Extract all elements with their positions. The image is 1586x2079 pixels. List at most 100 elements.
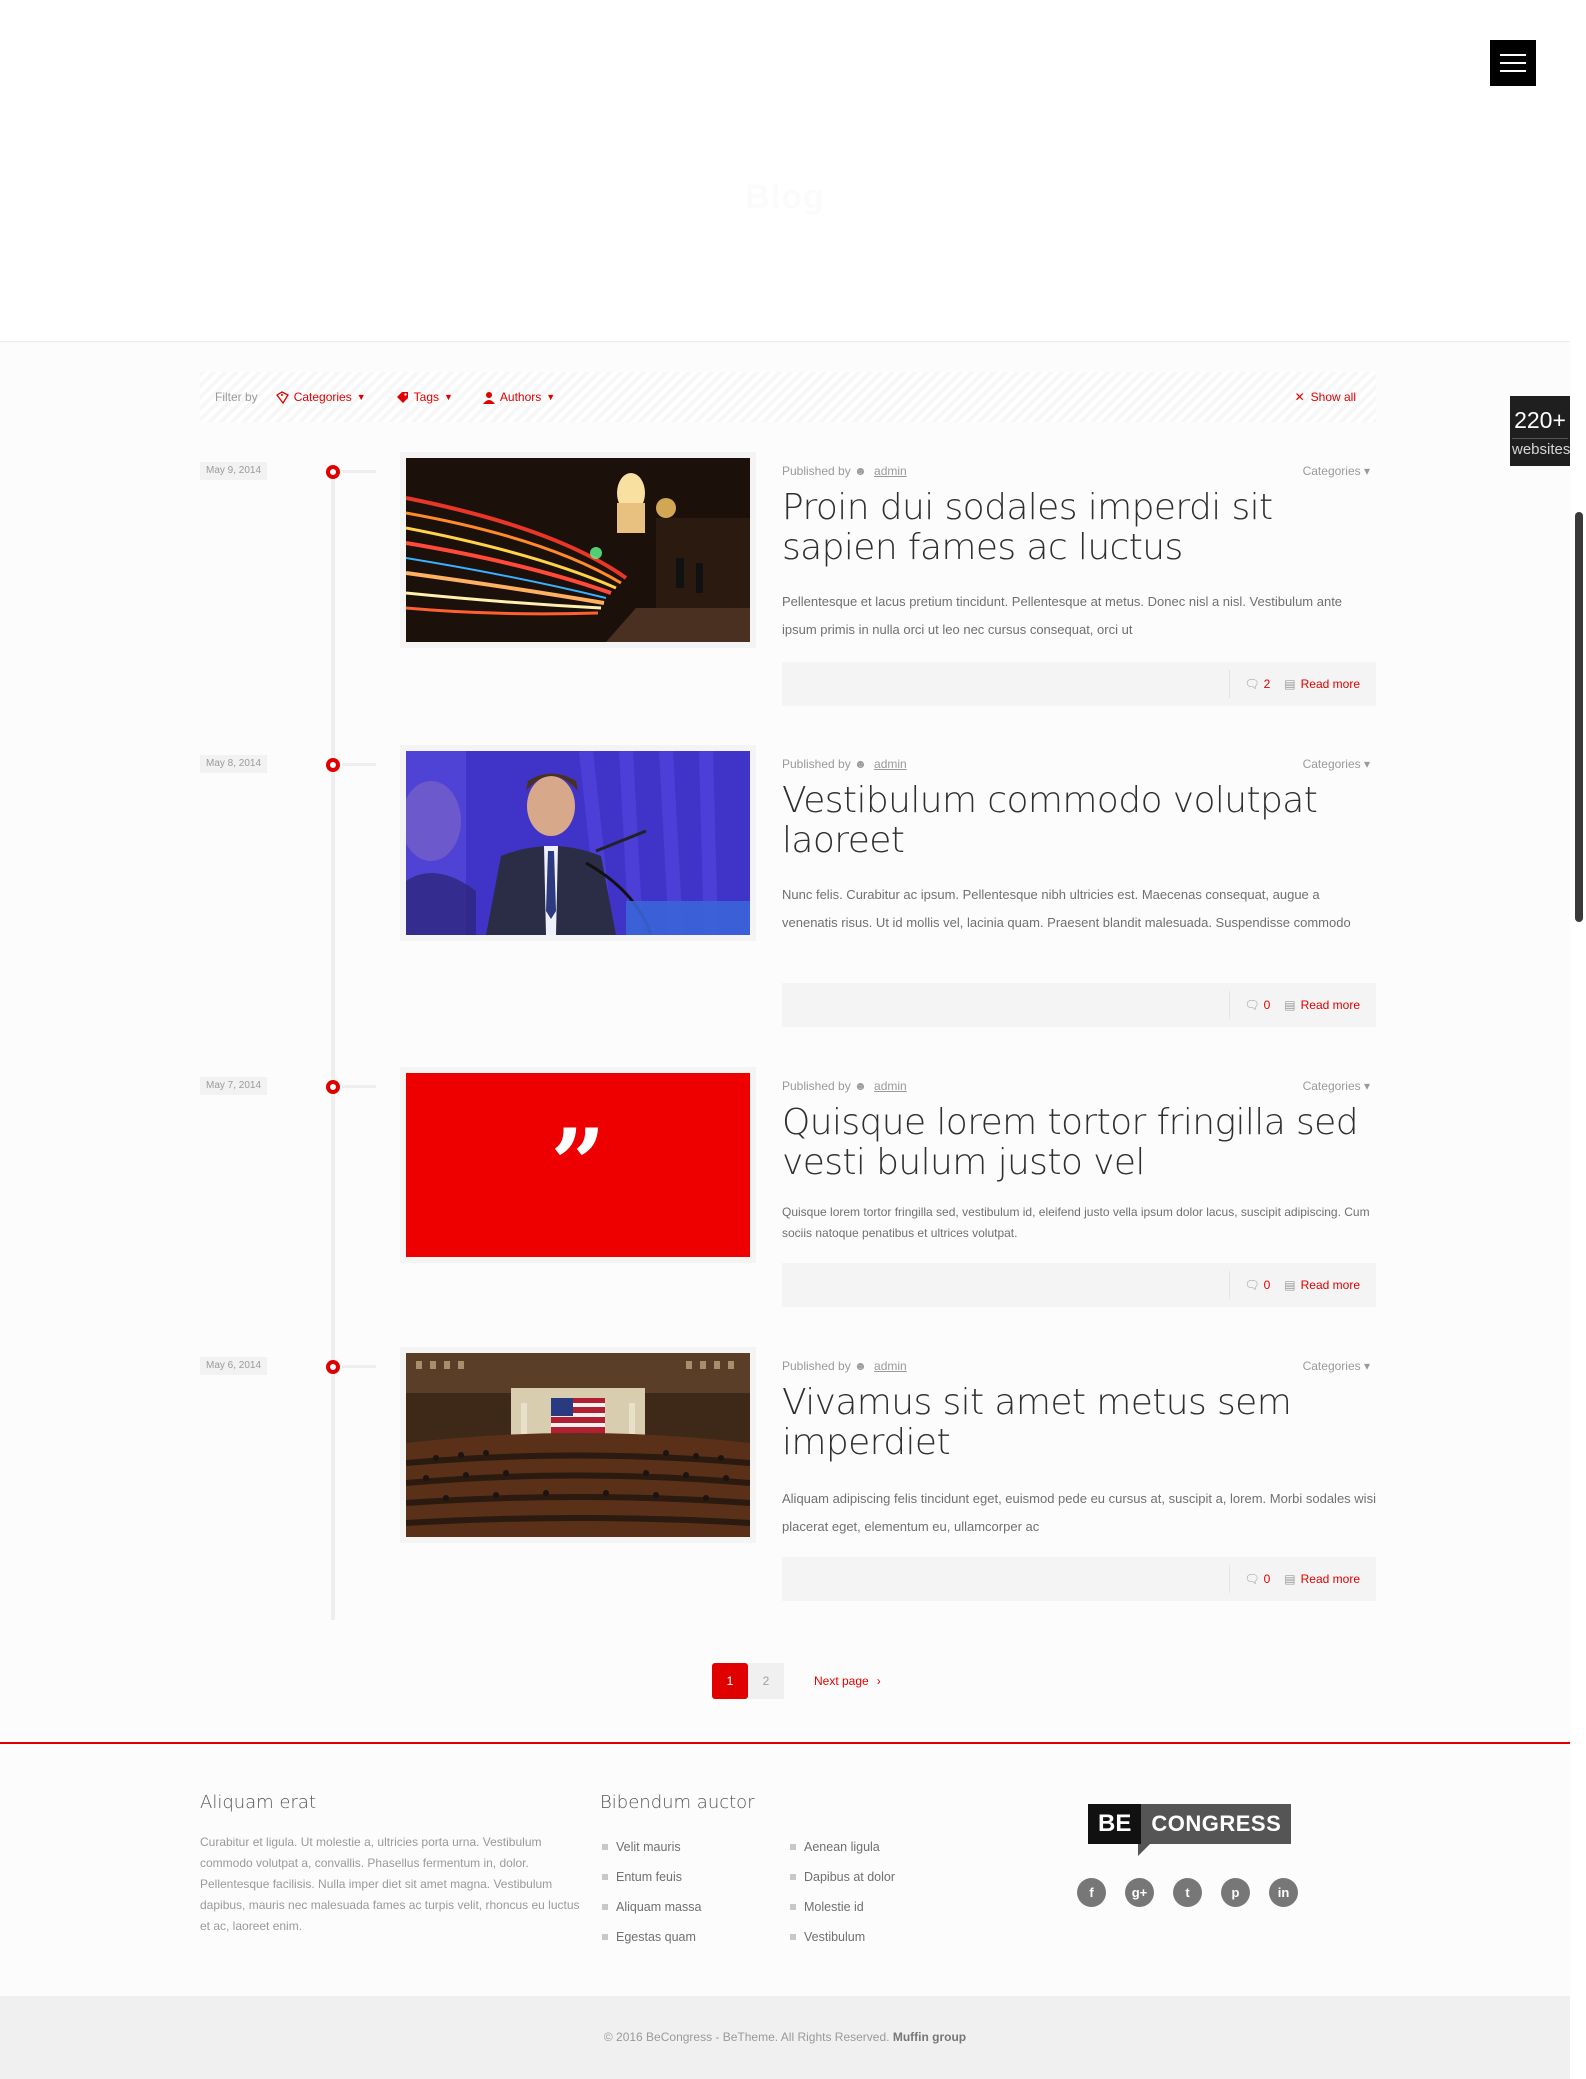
google-plus-icon[interactable]: g+: [1125, 1878, 1154, 1907]
footer-link[interactable]: Aenean ligula: [790, 1832, 895, 1862]
post-thumbnail[interactable]: [400, 452, 756, 648]
timeline-dot: [326, 1360, 340, 1374]
read-more-link[interactable]: ▤ Read more: [1284, 677, 1360, 691]
categories-icon: [275, 390, 289, 404]
post-meta: Published by ☻ admin Categories ▾: [782, 464, 1376, 478]
post-item: May 6, 2014 Published by ☻ admin Categor…: [200, 1347, 1376, 1607]
logo-speech-tail: [1138, 1844, 1150, 1856]
linkedin-icon[interactable]: in: [1269, 1878, 1298, 1907]
timeline-connector: [342, 1085, 376, 1088]
comments-count: 2: [1263, 677, 1271, 691]
post-thumbnail[interactable]: ”: [400, 1067, 756, 1263]
published-by-label: Published by: [782, 1359, 851, 1373]
filter-tags[interactable]: Tags ▼: [396, 390, 453, 404]
bullet-icon: [790, 1874, 796, 1880]
post-title[interactable]: Vivamus sit amet metus sem imperdiet: [782, 1383, 1376, 1463]
footer-link[interactable]: Entum feuis: [602, 1862, 701, 1892]
user-icon: ☻: [854, 464, 867, 478]
post-footer: 🗨 2 ▤ Read more: [782, 662, 1376, 706]
post-title[interactable]: Quisque lorem tortor fringilla sed vesti…: [782, 1103, 1376, 1183]
post-date: May 6, 2014: [200, 1357, 268, 1375]
post-thumbnail[interactable]: [400, 1347, 756, 1543]
footer-link-label: Aliquam massa: [616, 1900, 702, 1914]
user-icon: ☻: [854, 1079, 867, 1093]
published-by-label: Published by: [782, 1079, 851, 1093]
read-more-link[interactable]: ▤ Read more: [1284, 998, 1360, 1012]
footer-divider: [1229, 991, 1231, 1019]
bullet-icon: [602, 1874, 608, 1880]
filter-categories[interactable]: Categories ▼: [275, 390, 366, 404]
quote-image: ”: [406, 1073, 750, 1257]
logo-be: BE: [1088, 1804, 1142, 1844]
filter-label: Filter by: [215, 390, 258, 404]
chevron-down-icon: ▾: [1363, 757, 1370, 771]
close-icon: ✕: [1294, 390, 1305, 404]
post-excerpt: Quisque lorem tortor fringilla sed, vest…: [782, 1205, 1370, 1240]
post-item: May 9, 2014 Published by ☻ admin Categor…: [200, 452, 1376, 712]
author-link[interactable]: admin: [874, 757, 907, 771]
post-title[interactable]: Proin dui sodales imperdi sit sapien fam…: [782, 488, 1376, 568]
post-footer: 🗨 0 ▤ Read more: [782, 1263, 1376, 1307]
menu-bar-icon: [1500, 54, 1526, 56]
author-link[interactable]: admin: [874, 1359, 907, 1373]
copyright-bar: © 2016 BeCongress - BeTheme. All Rights …: [0, 1996, 1570, 2079]
comments-link[interactable]: 🗨 2: [1244, 677, 1270, 691]
footer-link[interactable]: Egestas quam: [602, 1922, 701, 1952]
footer-list-b: Aenean ligula Dapibus at dolor Molestie …: [790, 1832, 895, 1952]
comments-link[interactable]: 🗨 0: [1244, 1572, 1270, 1586]
comments-link[interactable]: 🗨 0: [1244, 998, 1270, 1012]
scrollbar[interactable]: [1570, 0, 1586, 2079]
facebook-icon[interactable]: f: [1077, 1878, 1106, 1907]
footer-col2-title: Bibendum auctor: [600, 1792, 755, 1813]
author-link[interactable]: admin: [874, 1079, 907, 1093]
muffin-group-link[interactable]: Muffin group: [893, 2030, 966, 2044]
published-by-label: Published by: [782, 757, 851, 771]
twitter-icon[interactable]: t: [1173, 1878, 1202, 1907]
bullet-icon: [790, 1934, 796, 1940]
post-categories-dropdown[interactable]: Categories ▾: [1303, 464, 1370, 478]
hamburger-menu-button[interactable]: [1490, 40, 1536, 86]
post-item: May 8, 2014 Published by ☻ admin Categor…: [200, 745, 1376, 1027]
footer-link[interactable]: Aliquam massa: [602, 1892, 701, 1922]
read-more-link[interactable]: ▤ Read more: [1284, 1572, 1360, 1586]
filter-authors-label: Authors: [499, 390, 542, 404]
post-meta: Published by ☻ admin Categories ▾: [782, 1359, 1376, 1373]
congress-hall-image: [406, 1353, 750, 1537]
menu-bar-icon: [1500, 70, 1526, 72]
tag-icon: [396, 391, 408, 403]
read-more-label: Read more: [1300, 998, 1360, 1012]
pagination: 1 2 Next page ›: [712, 1663, 881, 1699]
post-categories-dropdown[interactable]: Categories ▾: [1303, 1359, 1370, 1373]
websites-badge[interactable]: 220+ websites: [1510, 396, 1570, 466]
post-categories-label: Categories: [1302, 1359, 1361, 1373]
page-1-button[interactable]: 1: [712, 1663, 748, 1699]
show-all-label: Show all: [1310, 390, 1356, 404]
comments-link[interactable]: 🗨 0: [1244, 1278, 1270, 1292]
post-title[interactable]: Vestibulum commodo volutpat laoreet: [782, 781, 1376, 861]
site-footer: Aliquam erat Curabitur et ligula. Ut mol…: [0, 1742, 1570, 1996]
copyright-text: © 2016 BeCongress - BeTheme. All Rights …: [603, 2030, 893, 2044]
footer-link-label: Velit mauris: [616, 1840, 681, 1854]
filter-bar: Filter by Categories ▼ Tags ▼ Authors ▼ …: [200, 372, 1376, 422]
filter-authors[interactable]: Authors ▼: [482, 390, 555, 404]
page-2-button[interactable]: 2: [748, 1663, 784, 1699]
footer-link[interactable]: Dapibus at dolor: [790, 1862, 895, 1892]
show-all-button[interactable]: ✕ Show all: [1295, 390, 1356, 404]
footer-link-label: Aenean ligula: [804, 1840, 880, 1854]
scrollbar-thumb[interactable]: [1575, 512, 1583, 922]
next-page-link[interactable]: Next page ›: [814, 1674, 881, 1688]
footer-link[interactable]: Molestie id: [790, 1892, 895, 1922]
footer-link[interactable]: Vestibulum: [790, 1922, 895, 1952]
pinterest-icon[interactable]: p: [1221, 1878, 1250, 1907]
footer-link[interactable]: Velit mauris: [602, 1832, 701, 1862]
read-more-label: Read more: [1300, 1572, 1360, 1586]
post-categories-dropdown[interactable]: Categories ▾: [1303, 757, 1370, 771]
author-link[interactable]: admin: [874, 464, 907, 478]
read-more-link[interactable]: ▤ Read more: [1284, 1278, 1360, 1292]
footer-link-label: Entum feuis: [616, 1870, 683, 1884]
comments-count: 0: [1263, 1572, 1271, 1586]
becongress-logo[interactable]: BE CONGRESS: [1088, 1804, 1292, 1844]
post-thumbnail[interactable]: [400, 745, 756, 941]
user-icon: ☻: [854, 1359, 867, 1373]
post-categories-dropdown[interactable]: Categories ▾: [1303, 1079, 1370, 1093]
